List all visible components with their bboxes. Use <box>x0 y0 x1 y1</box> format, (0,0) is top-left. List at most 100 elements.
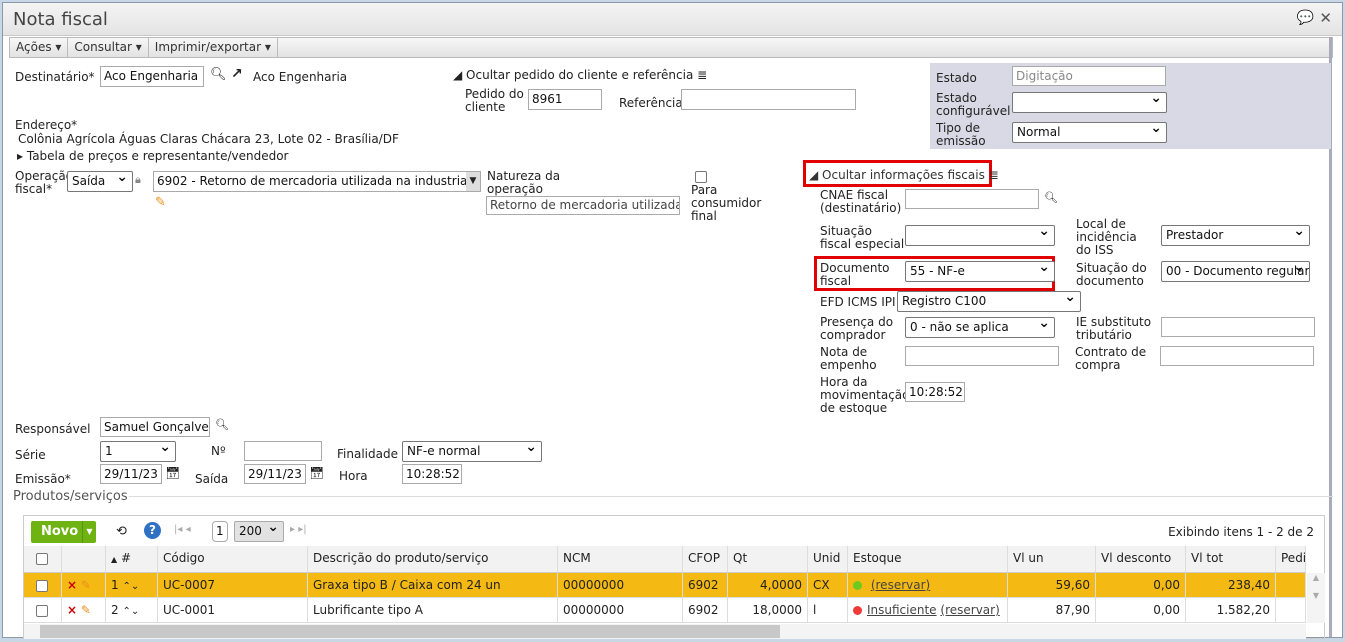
table-row[interactable]: × ✎ 1 ⌃⌄ UC-0007 Graxa tipo B / Caixa com 2… <box>24 573 1306 598</box>
toggle-pedido[interactable]: ◢ Ocultar pedido do cliente e referência… <box>453 69 707 82</box>
first-page-icon[interactable]: |◂ ◂ <box>174 524 191 535</box>
operacao-fiscal-combo[interactable]: 6902 - Retorno de mercadoria utilizada n… <box>153 171 481 192</box>
estoque-cell: Insuficiente (reservar) <box>848 598 1008 622</box>
window-title: Nota fiscal <box>13 9 108 30</box>
header-select-all[interactable] <box>24 546 62 572</box>
scrollbar-thumb[interactable] <box>40 625 780 638</box>
descricao-cell: Lubrificante tipo A <box>308 598 558 622</box>
cnae-label: CNAE fiscal (destinatário) <box>820 188 902 215</box>
row-checkbox[interactable] <box>36 579 48 592</box>
column-header[interactable]: ▲ # <box>106 546 158 572</box>
local-iss-select[interactable]: Prestador <box>1161 225 1310 246</box>
combo-dropdown-icon[interactable]: ▼ <box>466 172 480 191</box>
edit-pencil-icon[interactable]: ✎ <box>81 578 91 592</box>
edit-pencil-icon[interactable]: ✎ <box>155 195 166 210</box>
row-select[interactable] <box>24 573 62 597</box>
move-up-down-icon[interactable]: ⌃⌄ <box>122 606 139 617</box>
delete-icon[interactable]: × <box>67 603 77 617</box>
pedido-input[interactable]: 8961 <box>528 89 602 110</box>
numero-input[interactable] <box>244 441 322 461</box>
hora-label: Hora <box>339 469 368 483</box>
new-button[interactable]: Novo ▼ <box>31 521 96 543</box>
emissao-label: Emissão* <box>15 472 71 486</box>
move-up-down-icon[interactable]: ⌃⌄ <box>122 581 139 592</box>
responsavel-input[interactable]: Samuel Gonçalves <box>100 417 210 437</box>
refresh-icon[interactable]: ⟲ <box>116 524 127 539</box>
saida-input[interactable]: 29/11/23 <box>244 464 306 484</box>
edit-pencil-icon[interactable]: ✎ <box>81 603 91 617</box>
row-select[interactable] <box>24 598 62 622</box>
search-icon[interactable]: 🔍︎ <box>210 67 227 82</box>
presenca-label: Presença do comprador <box>820 315 894 342</box>
responsavel-label: Responsável <box>15 422 91 436</box>
table-row[interactable]: × ✎ 2 ⌃⌄ UC-0001 Lubrificante tipo A 0000000… <box>24 598 1306 623</box>
documento-fiscal-select[interactable]: 55 - NF-e <box>905 261 1055 282</box>
ie-substituto-label: IE substituto tributário <box>1076 315 1152 342</box>
menu-imprimir-exportar[interactable]: Imprimir/exportar ▾ <box>149 38 278 57</box>
cfop-cell: 6902 <box>683 573 728 597</box>
saida-label: Saída <box>195 472 229 486</box>
tipo-emissao-select[interactable]: Normal <box>1012 122 1167 143</box>
menu-acoes[interactable]: Ações ▾ <box>10 38 69 57</box>
natureza-label: Natureza da operação <box>487 169 561 196</box>
row-checkbox[interactable] <box>36 604 48 617</box>
hora-movimentacao-label: Hora da movimentação de estoque <box>820 375 910 415</box>
serie-select[interactable]: 1 <box>100 441 176 462</box>
cnae-input[interactable] <box>905 189 1039 209</box>
empenho-input[interactable] <box>905 346 1059 366</box>
ie-substituto-input[interactable] <box>1161 317 1315 337</box>
calendar-icon[interactable]: 📅︎ <box>309 466 324 480</box>
reservar-link[interactable]: (reservar) <box>940 603 999 617</box>
situacao-especial-select[interactable] <box>905 225 1055 246</box>
column-header[interactable]: Unid <box>808 546 848 572</box>
page-size-select[interactable]: 200 <box>234 521 284 542</box>
emissao-input[interactable]: 29/11/23 <box>100 464 162 484</box>
efd-select[interactable]: Registro C100 <box>897 291 1081 312</box>
grid-horizontal-scrollbar[interactable] <box>24 624 1306 639</box>
next-page-icon[interactable]: ▸ ▸| <box>290 524 307 535</box>
external-link-icon[interactable]: ↗ <box>231 66 243 82</box>
close-icon[interactable]: ✕ <box>1319 9 1332 27</box>
help-icon[interactable]: ? <box>144 522 161 539</box>
column-header[interactable]: NCM <box>558 546 683 572</box>
estado-configuravel-select[interactable] <box>1012 92 1167 113</box>
delete-icon[interactable]: × <box>67 578 77 592</box>
toggle-informacoes-fiscais[interactable]: ◢ Ocultar informações fiscais ≣ <box>809 169 999 182</box>
consumidor-final-checkbox[interactable] <box>695 171 707 183</box>
hora-movimentacao-input[interactable]: 10:28:52 <box>905 382 965 402</box>
pedido-cell <box>1276 598 1306 622</box>
column-header[interactable]: Estoque <box>848 546 1008 572</box>
operacao-tipo-select[interactable]: Saída <box>67 171 133 192</box>
estoque-cell: (reservar) <box>848 573 1008 597</box>
toggle-tabela-precos[interactable]: ▸ Tabela de preços e representante/vende… <box>17 150 288 163</box>
column-header[interactable]: Descrição do produto/serviço <box>308 546 558 572</box>
search-icon[interactable]: 🔍︎ <box>1044 191 1058 204</box>
referencia-input[interactable] <box>681 89 856 110</box>
destinatario-input[interactable]: Aco Engenharia <box>100 66 204 87</box>
column-header[interactable]: Vl un <box>1008 546 1096 572</box>
column-header[interactable]: Vl tot <box>1186 546 1276 572</box>
comment-icon[interactable]: 💬 <box>1297 10 1314 26</box>
contrato-input[interactable] <box>1160 346 1314 366</box>
column-header[interactable]: Vl desconto <box>1096 546 1186 572</box>
menu-consultar[interactable]: Consultar ▾ <box>68 38 149 57</box>
reservar-link[interactable]: (reservar) <box>871 578 930 592</box>
column-header[interactable]: CFOP <box>683 546 728 572</box>
column-header[interactable]: Pedi <box>1276 546 1306 572</box>
page-input[interactable]: 1 <box>212 521 228 542</box>
destinatario-link[interactable]: Aco Engenharia <box>253 71 347 84</box>
hora-input[interactable]: 10:28:52 <box>402 464 462 484</box>
presenca-select[interactable]: 0 - não se aplica <box>905 317 1055 338</box>
column-header[interactable]: Qt <box>728 546 808 572</box>
grid-vertical-scrollbar[interactable]: ▲ ▼ <box>1307 573 1325 623</box>
column-header[interactable]: Código <box>158 546 308 572</box>
estoque-status[interactable]: Insuficiente <box>867 603 937 617</box>
unid-cell: CX <box>808 573 848 597</box>
calendar-icon[interactable]: 📅︎ <box>165 466 180 480</box>
select-all-checkbox[interactable] <box>36 552 48 565</box>
finalidade-select[interactable]: NF-e normal <box>402 441 542 462</box>
ncm-cell: 00000000 <box>558 598 683 622</box>
natureza-input[interactable]: Retorno de mercadoria utilizada na <box>486 196 680 215</box>
search-icon[interactable]: 🔍︎ <box>215 418 229 431</box>
situacao-documento-select[interactable]: 00 - Documento regular <box>1161 261 1310 282</box>
